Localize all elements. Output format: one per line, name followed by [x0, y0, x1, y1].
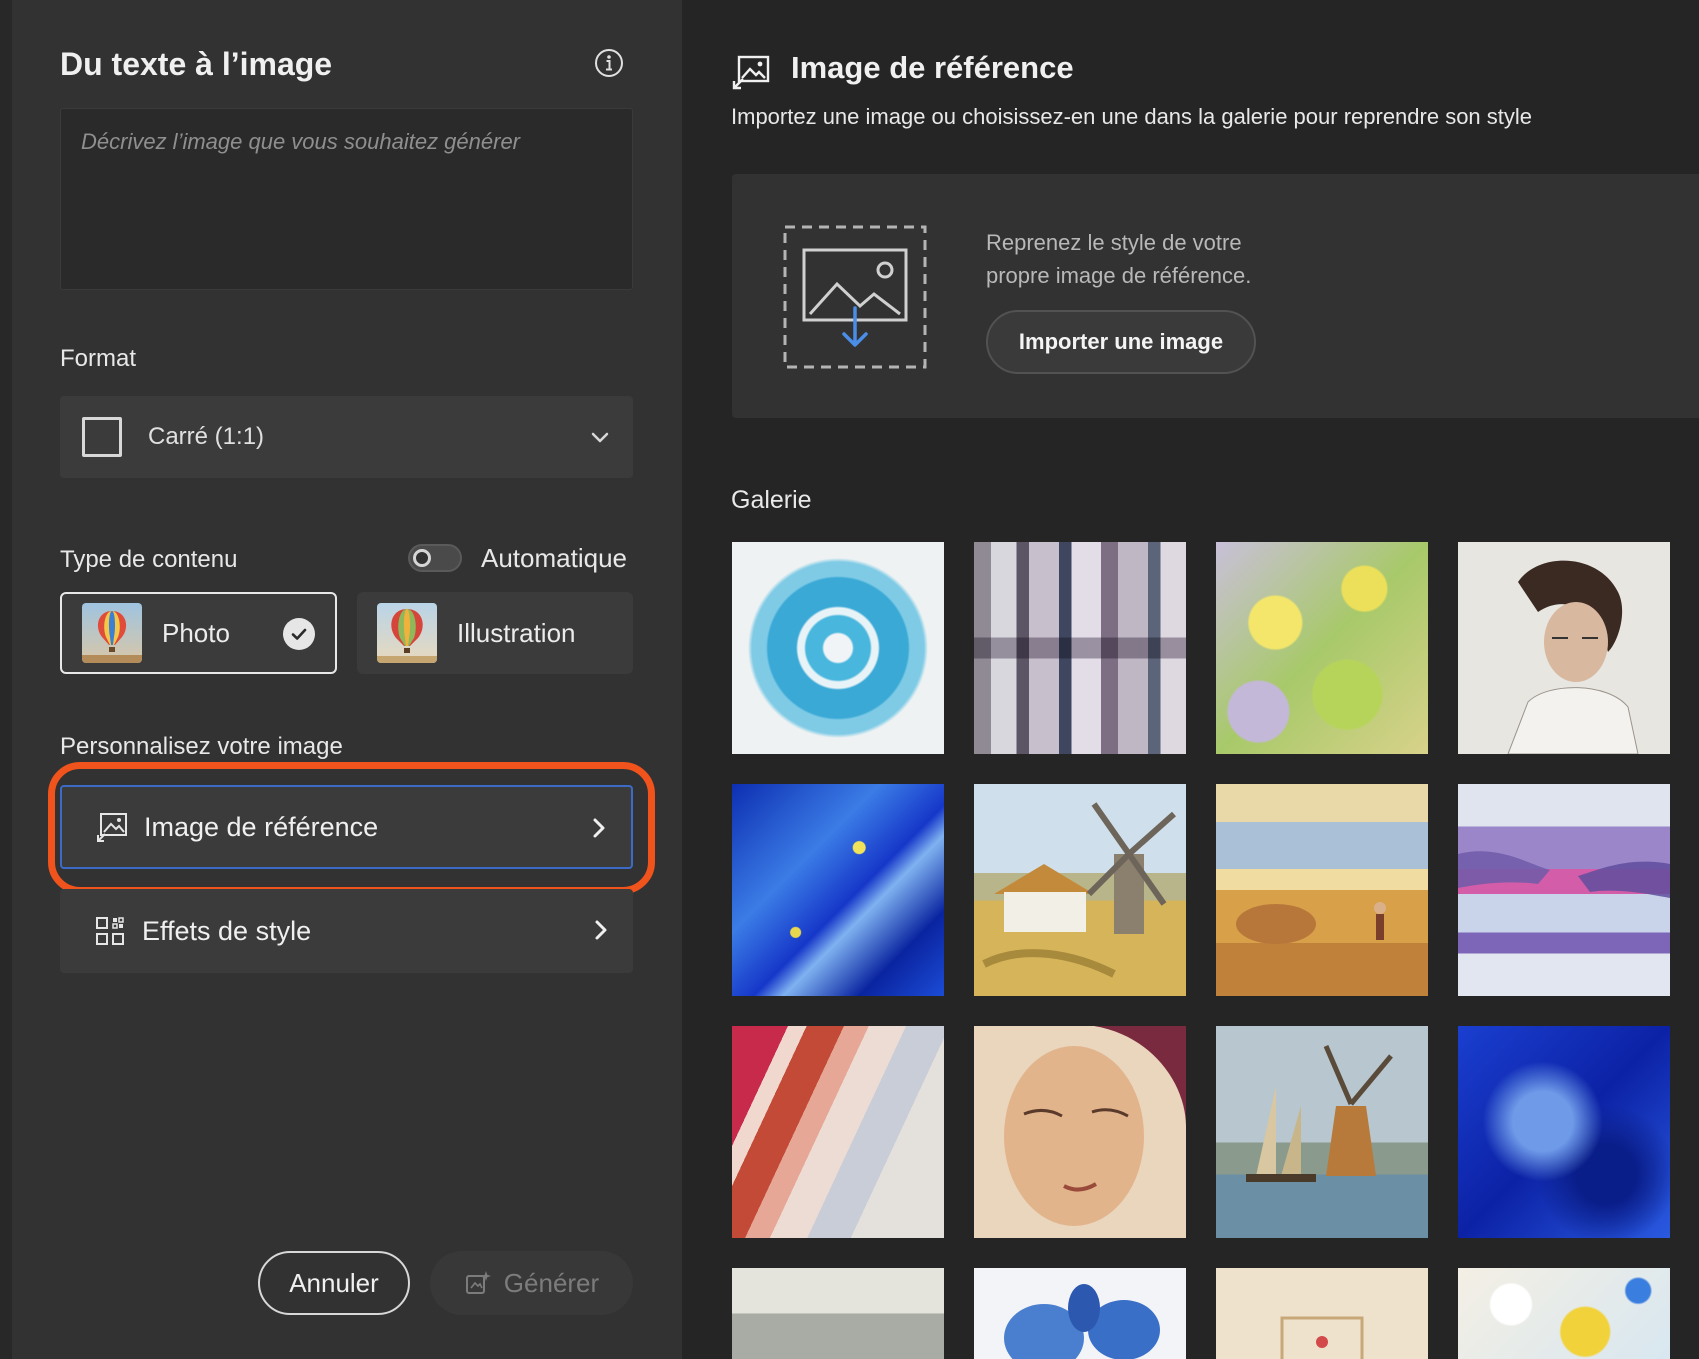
auto-toggle-label: Automatique [481, 543, 627, 573]
info-icon[interactable] [594, 48, 624, 78]
gallery-tile-blue-ink-cloud[interactable] [1458, 1026, 1670, 1238]
format-value: Carré (1:1) [148, 423, 265, 450]
reference-title: Image de référence [791, 50, 1074, 85]
gallery-tile-windmill-cottage[interactable] [974, 784, 1186, 996]
gallery-tile-woman-face-painting[interactable] [974, 1026, 1186, 1238]
upload-description: Reprenez le style de votre propre image … [986, 230, 1252, 288]
gallery-tile-windmill-sailboats[interactable] [1216, 1026, 1428, 1238]
gallery-tile-wheat-field-harvest[interactable] [1216, 784, 1428, 996]
reference-image-row[interactable]: Image de référence [60, 785, 633, 869]
toggle-knob [413, 549, 431, 567]
gallery-tile-red-cream-waves[interactable] [732, 1026, 944, 1238]
format-dropdown[interactable]: Carré (1:1) [60, 396, 633, 478]
auto-toggle[interactable] [408, 544, 462, 572]
chevron-right-icon [593, 818, 605, 838]
chevron-right-icon [595, 920, 607, 940]
generate-label: Générer [503, 1267, 600, 1298]
style-effects-icon [96, 917, 124, 945]
gallery-tile-abstract-gray-smears[interactable] [974, 542, 1186, 754]
content-type-photo[interactable]: Photo [60, 592, 337, 674]
gallery-tile-blue-marble-gold[interactable] [732, 784, 944, 996]
gallery-tile-blue-flowers[interactable] [974, 1268, 1186, 1359]
generate-icon [465, 1271, 491, 1294]
prompt-input[interactable] [79, 127, 618, 275]
customize-label: Personnalisez votre image [60, 733, 343, 760]
gallery-tile-hands-watercolor[interactable] [1458, 784, 1670, 996]
content-type-label: Type de contenu [60, 546, 238, 573]
chevron-down-icon [591, 432, 609, 443]
illustration-thumbnail [377, 603, 437, 663]
photo-label: Photo [162, 617, 230, 648]
panel-title: Du texte à l’image [60, 46, 333, 82]
image-upload-icon[interactable] [782, 224, 928, 370]
image-reference-icon [732, 55, 770, 90]
generate-button[interactable]: Générer [430, 1251, 633, 1315]
gallery-tile-framed-picture[interactable] [1216, 1268, 1428, 1359]
gallery-tile-city-skyline[interactable] [732, 1268, 944, 1359]
illustration-label: Illustration [457, 617, 576, 648]
gallery-label: Galerie [731, 486, 812, 514]
window-edge [0, 0, 12, 1359]
reference-subtitle: Importez une image ou choisissez-en une … [731, 104, 1533, 129]
image-reference-icon [97, 813, 127, 842]
gallery-tile-yellow-green-impasto[interactable] [1216, 542, 1428, 754]
square-format-icon [82, 417, 122, 457]
reference-image-label: Image de référence [144, 811, 379, 842]
import-image-button[interactable]: Importer une image [986, 310, 1256, 374]
prompt-field[interactable] [60, 108, 633, 290]
content-type-illustration[interactable]: Illustration [357, 592, 633, 674]
cancel-button[interactable]: Annuler [258, 1251, 410, 1315]
gallery-tile-flower-splash[interactable] [1458, 1268, 1670, 1359]
style-effects-row[interactable]: Effets de style [60, 889, 633, 973]
photo-thumbnail [82, 603, 142, 663]
gallery-tile-woman-portrait-sketch[interactable] [1458, 542, 1670, 754]
style-effects-label: Effets de style [142, 915, 312, 946]
check-icon [283, 618, 315, 650]
format-label: Format [60, 345, 137, 372]
upload-card: Reprenez le style de votre propre image … [732, 174, 1699, 418]
gallery-tile-blue-swirl[interactable] [732, 542, 944, 754]
